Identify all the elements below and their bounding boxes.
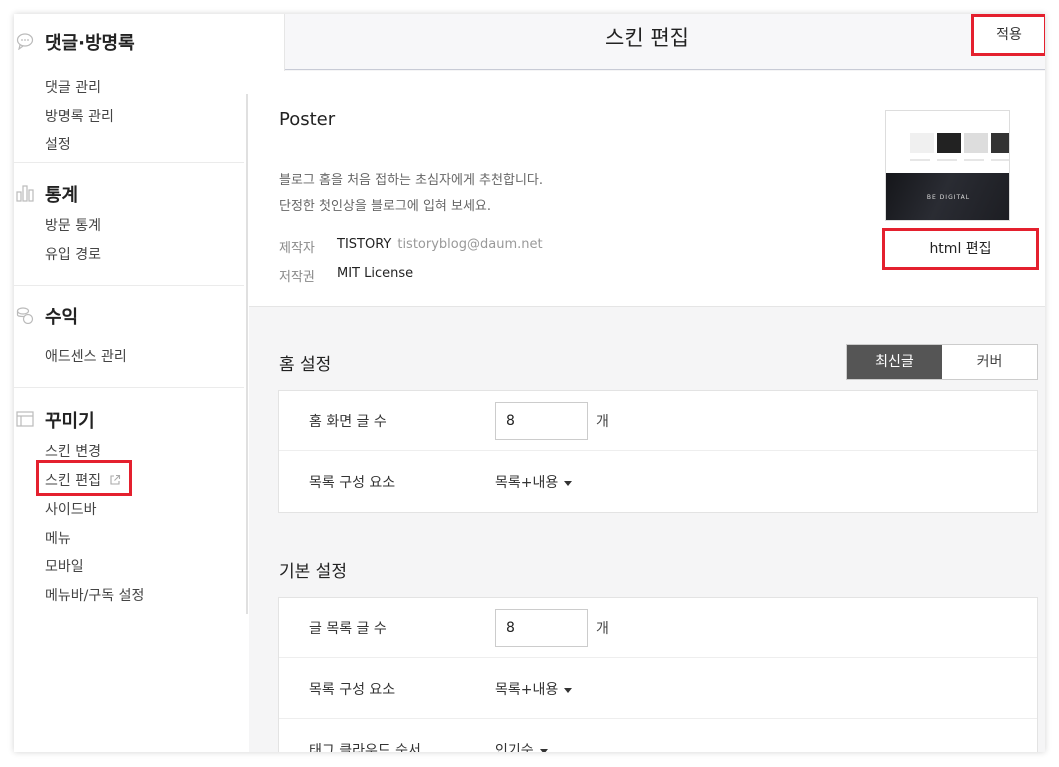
basic-settings-panel: 글 목록 글 수 8 개 목록 구성 요소 목록+내용 태그 클라우드 순서 인… — [278, 597, 1038, 752]
sidebar-item-referrer[interactable]: 유입 경로 — [45, 244, 101, 264]
thumbnail-image — [991, 133, 1009, 153]
license-label: 저작권 — [279, 270, 315, 285]
list-post-count-unit: 개 — [596, 621, 609, 637]
sidebar-item-skin-change[interactable]: 스킨 변경 — [45, 441, 101, 461]
list-post-count-label: 글 목록 글 수 — [309, 621, 387, 637]
sidebar-section-revenue: 수익 애드센스 관리 — [14, 302, 244, 365]
sidebar-divider — [14, 387, 244, 388]
main-content: 스킨 편집 적용 Poster 블로그 홈을 처음 접하는 초심자에게 추천합니… — [249, 14, 1045, 752]
sidebar-item-menubar-subscribe[interactable]: 메뉴바/구독 설정 — [45, 585, 144, 605]
list-elements-value: 목록+내용 — [495, 682, 559, 698]
setting-row: 글 목록 글 수 8 개 — [279, 598, 1037, 658]
setting-row: 목록 구성 요소 목록+내용 — [279, 452, 1037, 512]
thumbnail-image — [910, 133, 934, 153]
sidebar-item-menu[interactable]: 메뉴 — [45, 528, 71, 548]
speech-bubble-icon — [16, 33, 34, 50]
skin-description-line2: 단정한 첫인상을 블로그에 입혀 보세요. — [279, 199, 492, 214]
list-elements-dropdown[interactable]: 목록+내용 — [495, 679, 573, 699]
home-type-toggle: 최신글 커버 — [846, 344, 1038, 380]
caret-down-icon — [539, 748, 548, 752]
sidebar-divider — [14, 285, 244, 286]
app-frame: 댓글·방명록 댓글 관리 방명록 관리 설정 통계 방문 통계 유입 경로 수익… — [14, 14, 1045, 752]
basic-settings-title: 기본 설정 — [279, 562, 347, 582]
caret-down-icon — [564, 480, 573, 486]
home-settings-panel: 홈 화면 글 수 8 개 목록 구성 요소 목록+내용 — [278, 390, 1038, 513]
sidebar-section-decorate: 꾸미기 스킨 변경 스킨 편집 사이드바 메뉴 모바일 메뉴바/구독 설정 — [14, 406, 244, 604]
license-value: MIT License — [337, 266, 414, 281]
tag-cloud-order-label: 태그 클라우드 순서 — [309, 743, 421, 752]
tag-cloud-order-value: 인기순 — [495, 743, 534, 752]
sidebar-item-guestbook-manage[interactable]: 방명록 관리 — [45, 106, 114, 126]
author-value: TISTORY tistoryblog@daum.net — [337, 237, 543, 252]
sidebar-scrollbar[interactable] — [246, 94, 248, 614]
sidebar-title-decorate[interactable]: 꾸미기 — [45, 407, 95, 433]
layout-icon — [16, 411, 34, 427]
sidebar-item-comment-settings[interactable]: 설정 — [45, 134, 71, 154]
sidebar-item-sidebar[interactable]: 사이드바 — [45, 499, 97, 519]
thumbnail-banner: BE DIGITAL — [886, 173, 1009, 220]
apply-button[interactable]: 적용 — [971, 14, 1045, 56]
home-list-elements-dropdown[interactable]: 목록+내용 — [495, 472, 573, 492]
sidebar-item-adsense[interactable]: 애드센스 관리 — [45, 346, 127, 366]
page-title: 스킨 편집 — [605, 26, 689, 50]
home-post-count-unit: 개 — [596, 414, 609, 430]
html-edit-button[interactable]: html 편집 — [882, 228, 1039, 270]
coins-icon — [16, 307, 34, 324]
thumbnail-image — [937, 133, 961, 153]
list-elements-label: 목록 구성 요소 — [309, 682, 396, 698]
sidebar-divider — [14, 162, 244, 163]
bar-chart-icon — [16, 185, 34, 202]
sidebar-section-comments: 댓글·방명록 댓글 관리 방명록 관리 설정 — [14, 28, 244, 153]
setting-row: 태그 클라우드 순서 인기순 — [279, 720, 1037, 752]
tag-cloud-order-dropdown[interactable]: 인기순 — [495, 740, 548, 752]
sidebar-item-comment-manage[interactable]: 댓글 관리 — [45, 77, 101, 97]
toggle-latest-posts[interactable]: 최신글 — [847, 345, 942, 379]
sidebar-item-mobile[interactable]: 모바일 — [45, 556, 84, 576]
sidebar: 댓글·방명록 댓글 관리 방명록 관리 설정 통계 방문 통계 유입 경로 수익… — [14, 14, 247, 752]
thumbnail-image — [964, 133, 988, 153]
home-post-count-input[interactable]: 8 — [495, 402, 588, 440]
sidebar-section-stats: 통계 방문 통계 유입 경로 — [14, 180, 244, 263]
home-list-elements-value: 목록+내용 — [495, 475, 559, 491]
sidebar-title-comments[interactable]: 댓글·방명록 — [45, 29, 135, 55]
highlight-box-skin-edit — [36, 460, 132, 496]
sidebar-title-revenue[interactable]: 수익 — [45, 303, 78, 329]
setting-row: 홈 화면 글 수 8 개 — [279, 391, 1037, 451]
skin-description-line1: 블로그 홈을 처음 접하는 초심자에게 추천합니다. — [279, 173, 543, 188]
sidebar-title-stats[interactable]: 통계 — [45, 181, 78, 207]
thumbnail-header — [886, 111, 1009, 127]
skin-name: Poster — [279, 109, 336, 130]
home-settings-title: 홈 설정 — [279, 355, 332, 375]
top-bar: 스킨 편집 적용 — [249, 14, 1045, 74]
list-post-count-input[interactable]: 8 — [495, 609, 588, 647]
home-post-count-label: 홈 화면 글 수 — [309, 414, 387, 430]
thumbnail-text-lines — [910, 159, 1009, 161]
sidebar-item-visit-stats[interactable]: 방문 통계 — [45, 215, 101, 235]
setting-row: 목록 구성 요소 목록+내용 — [279, 659, 1037, 719]
author-label: 제작자 — [279, 241, 315, 256]
author-email: tistoryblog@daum.net — [397, 237, 543, 252]
caret-down-icon — [564, 687, 573, 693]
home-list-elements-label: 목록 구성 요소 — [309, 475, 396, 491]
skin-thumbnail: BE DIGITAL — [885, 110, 1010, 221]
author-name: TISTORY — [337, 237, 392, 252]
skin-info-panel: Poster 블로그 홈을 처음 접하는 초심자에게 추천합니다. 단정한 첫인… — [249, 71, 1045, 307]
toggle-cover[interactable]: 커버 — [942, 345, 1037, 379]
